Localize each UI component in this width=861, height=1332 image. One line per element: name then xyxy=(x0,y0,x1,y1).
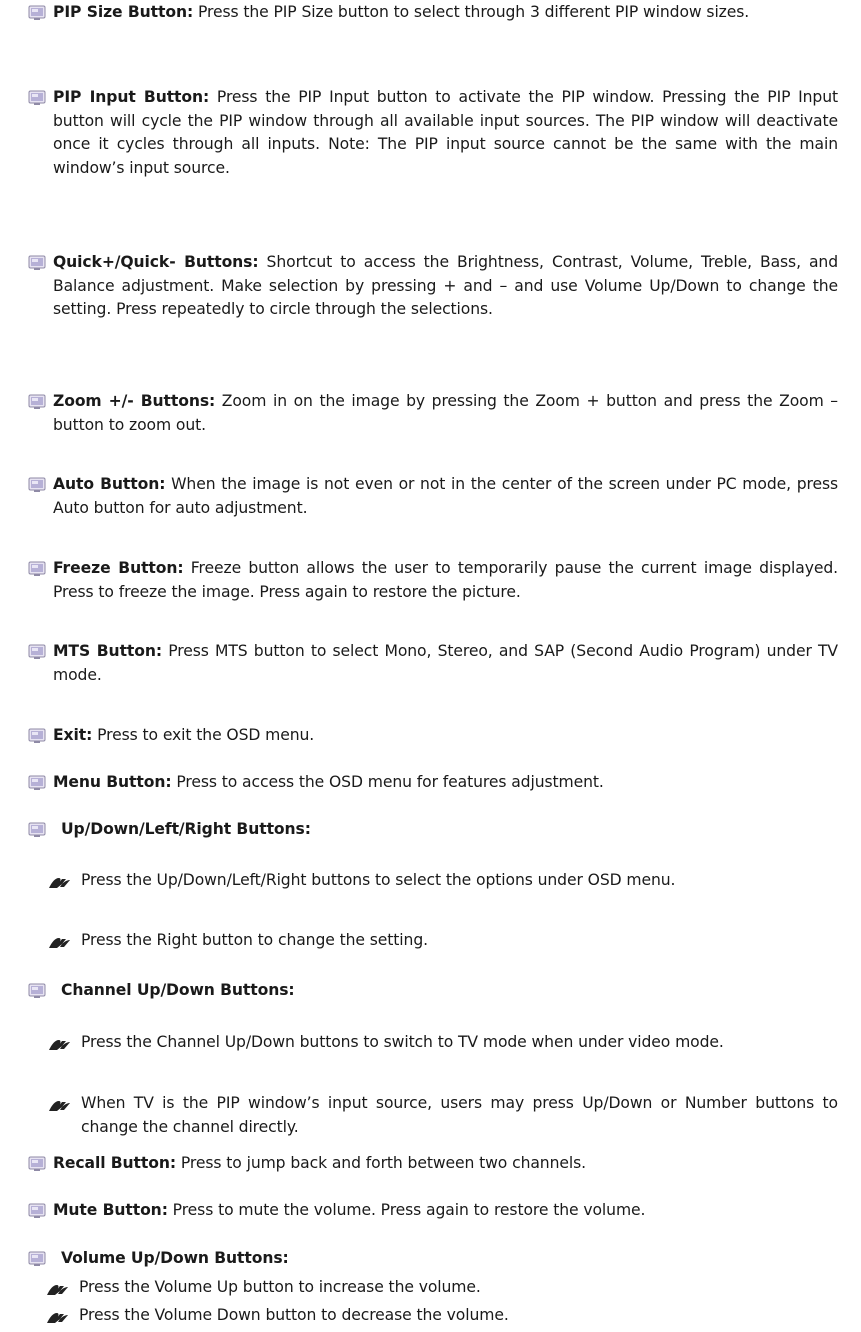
sub-item: When TV is the PIP window’s input source… xyxy=(48,1092,838,1139)
item-term: Quick+/Quick- Buttons: xyxy=(53,253,259,271)
item-term: Freeze Button: xyxy=(53,559,184,577)
hand-arrow-icon xyxy=(48,873,72,897)
sub-item: Press the Right button to change the set… xyxy=(48,929,838,953)
item-term: Menu Button: xyxy=(53,773,172,791)
item-term: Volume Up/Down Buttons: xyxy=(61,1249,289,1267)
item-mute: Mute Button: Press to mute the volume. P… xyxy=(28,1199,838,1223)
item-desc: Press to mute the volume. Press again to… xyxy=(167,1201,646,1219)
monitor-bullet-icon xyxy=(28,1203,46,1227)
monitor-bullet-icon xyxy=(28,728,46,752)
item-term: Mute Button: xyxy=(53,1201,168,1219)
item-pip-input: PIP Input Button: Press the PIP Input bu… xyxy=(28,86,838,180)
item-term: MTS Button: xyxy=(53,642,163,660)
monitor-bullet-icon xyxy=(28,255,46,279)
item-desc: When the image is not even or not in the… xyxy=(53,475,839,517)
manual-page: PIP Size Button: Press the PIP Size butt… xyxy=(0,0,861,1324)
hand-arrow-icon xyxy=(46,1308,70,1332)
item-channel-up-down: Channel Up/Down Buttons: xyxy=(28,979,838,1003)
monitor-bullet-icon xyxy=(28,1156,46,1180)
item-term: Zoom +/- Buttons: xyxy=(53,392,216,410)
monitor-bullet-icon xyxy=(28,983,46,1007)
item-volume-up-down: Volume Up/Down Buttons: xyxy=(28,1247,838,1271)
sub-item: Press the Volume Up button to increase t… xyxy=(46,1276,836,1300)
item-desc: Press MTS button to select Mono, Stereo,… xyxy=(53,642,838,684)
item-desc: Press the PIP Size button to select thro… xyxy=(193,3,750,21)
sub-item-text: When TV is the PIP window’s input source… xyxy=(81,1094,838,1136)
monitor-bullet-icon xyxy=(28,1251,46,1275)
monitor-bullet-icon xyxy=(28,477,46,501)
sub-item-text: Press the Volume Down button to decrease… xyxy=(79,1306,509,1324)
monitor-bullet-icon xyxy=(28,394,46,418)
item-pip-size: PIP Size Button: Press the PIP Size butt… xyxy=(28,1,838,25)
item-term: Up/Down/Left/Right Buttons: xyxy=(61,820,311,838)
item-term: Recall Button: xyxy=(53,1154,177,1172)
item-mts: MTS Button: Press MTS button to select M… xyxy=(28,640,838,687)
item-freeze: Freeze Button: Freeze button allows the … xyxy=(28,557,838,604)
item-recall: Recall Button: Press to jump back and fo… xyxy=(28,1152,838,1176)
monitor-bullet-icon xyxy=(28,775,46,799)
monitor-bullet-icon xyxy=(28,822,46,846)
sub-item-text: Press the Channel Up/Down buttons to swi… xyxy=(81,1033,724,1051)
monitor-bullet-icon xyxy=(28,5,46,29)
sub-item-text: Press the Right button to change the set… xyxy=(81,931,428,949)
item-desc: Press to jump back and forth between two… xyxy=(176,1154,586,1172)
item-desc: Press to exit the OSD menu. xyxy=(92,726,315,744)
item-term: Auto Button: xyxy=(53,475,166,493)
item-term: Exit: xyxy=(53,726,93,744)
item-quick: Quick+/Quick- Buttons: Shortcut to acces… xyxy=(28,251,838,322)
hand-arrow-icon xyxy=(48,1096,72,1120)
hand-arrow-icon xyxy=(46,1280,70,1304)
sub-item-text: Press the Volume Up button to increase t… xyxy=(79,1278,481,1296)
item-term: PIP Size Button: xyxy=(53,3,194,21)
hand-arrow-icon xyxy=(48,1035,72,1059)
sub-item: Press the Volume Down button to decrease… xyxy=(46,1304,836,1328)
monitor-bullet-icon xyxy=(28,90,46,114)
hand-arrow-icon xyxy=(48,933,72,957)
item-exit: Exit: Press to exit the OSD menu. xyxy=(28,724,838,748)
sub-item: Press the Up/Down/Left/Right buttons to … xyxy=(48,869,838,893)
item-zoom: Zoom +/- Buttons: Zoom in on the image b… xyxy=(28,390,838,437)
monitor-bullet-icon xyxy=(28,561,46,585)
item-auto: Auto Button: When the image is not even … xyxy=(28,473,838,520)
item-desc: Press to access the OSD menu for feature… xyxy=(171,773,604,791)
item-menu: Menu Button: Press to access the OSD men… xyxy=(28,771,838,795)
sub-item: Press the Channel Up/Down buttons to swi… xyxy=(48,1031,838,1055)
item-term: Channel Up/Down Buttons: xyxy=(61,981,295,999)
sub-item-text: Press the Up/Down/Left/Right buttons to … xyxy=(81,871,676,889)
monitor-bullet-icon xyxy=(28,644,46,668)
item-term: PIP Input Button: xyxy=(53,88,210,106)
item-up-down-left-right: Up/Down/Left/Right Buttons: xyxy=(28,818,838,842)
